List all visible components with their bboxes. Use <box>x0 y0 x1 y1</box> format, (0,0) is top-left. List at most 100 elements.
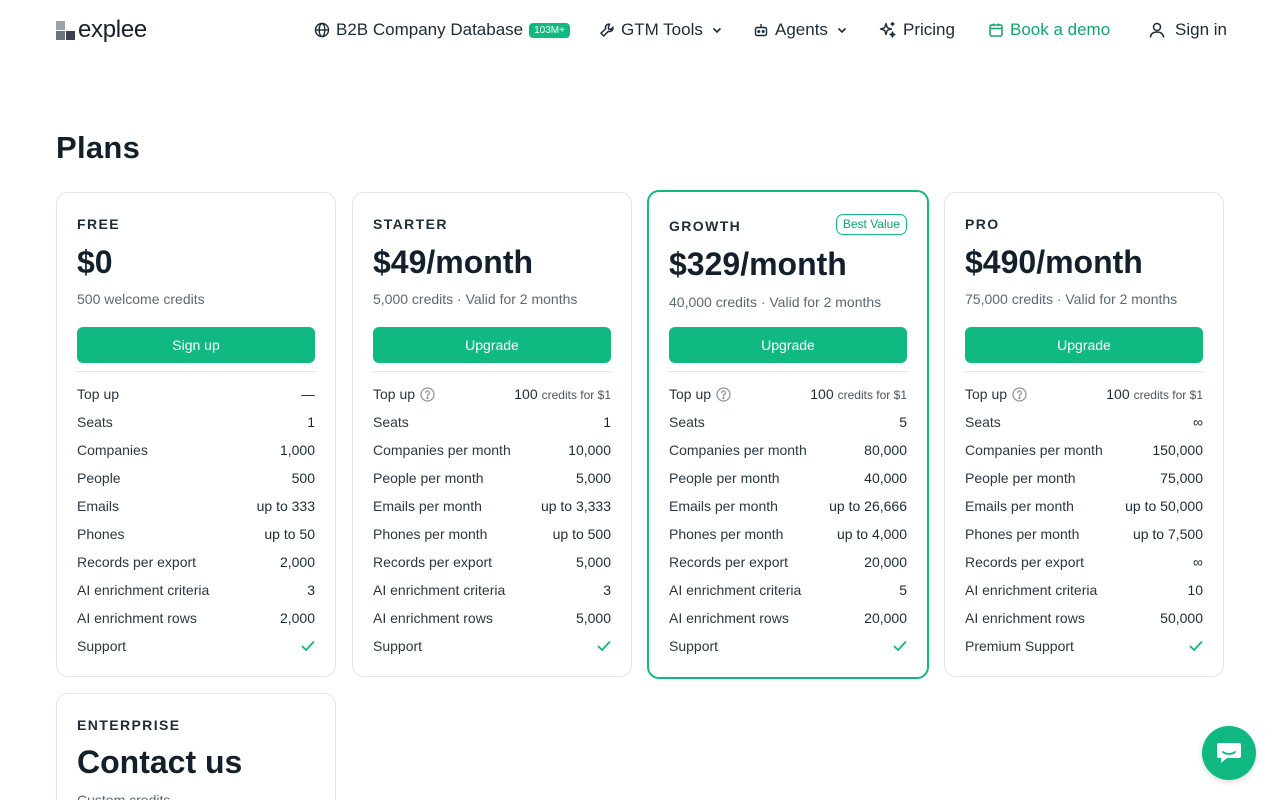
help-icon[interactable] <box>716 386 731 402</box>
chat-launcher-button[interactable] <box>1202 726 1256 780</box>
feature-row: People per month 5,000 <box>373 468 611 488</box>
plan-subtitle: 75,000 credits · Valid for 2 months <box>965 291 1178 307</box>
feature-row: AI enrichment criteria 5 <box>669 580 907 600</box>
upgrade-button[interactable]: Upgrade <box>965 327 1203 363</box>
feature-label: Records per export <box>669 554 789 570</box>
feature-value: up to 50,000 <box>1125 498 1203 514</box>
feature-label: AI enrichment rows <box>77 610 197 626</box>
feature-value: up to 7,500 <box>1132 526 1203 542</box>
help-icon[interactable] <box>420 386 435 402</box>
plan-card-pro: PRO $490/month 75,000 credits · Valid for … <box>944 192 1224 677</box>
feature-value: 1 <box>307 414 315 430</box>
feature-row: AI enrichment rows 20,000 <box>669 608 907 628</box>
plan-price: $490/month <box>965 244 1143 280</box>
feature-row: Records per export ∞ <box>965 552 1203 572</box>
feature-label: AI enrichment criteria <box>77 582 210 598</box>
feature-value: 500 <box>291 470 315 486</box>
feature-label: Top up <box>373 386 435 402</box>
feature-value: 75,000 <box>1160 470 1203 486</box>
feature-label: Emails per month <box>965 498 1074 514</box>
feature-row: Top up 100 credits for $1 <box>373 384 611 404</box>
feature-row: Companies 1,000 <box>77 440 315 460</box>
plan-subtitle: 500 welcome credits <box>77 291 205 307</box>
help-icon[interactable] <box>1012 386 1027 402</box>
checkmark-icon <box>893 640 907 652</box>
feature-row: Emails per month up to 3,333 <box>373 496 611 516</box>
feature-row: Phones up to 50 <box>77 524 315 544</box>
nav-book-demo[interactable]: Book a demo <box>988 18 1110 42</box>
feature-value: ∞ <box>1193 554 1203 570</box>
nav-agents[interactable]: Agents <box>753 18 848 42</box>
feature-row: Seats 5 <box>669 412 907 432</box>
feature-row: Seats 1 <box>77 412 315 432</box>
feature-row: Premium Support <box>965 636 1203 656</box>
feature-value: 100 credits for $1 <box>810 386 907 402</box>
feature-row: Records per export 2,000 <box>77 552 315 572</box>
nav-b2b-database[interactable]: B2B Company Database 103M+ <box>314 18 570 42</box>
feature-row: Top up 100 credits for $1 <box>965 384 1203 404</box>
feature-value: 5,000 <box>575 470 611 486</box>
nav-sign-in[interactable]: Sign in <box>1148 18 1227 42</box>
feature-label: Records per export <box>373 554 493 570</box>
feature-row: Support <box>373 636 611 656</box>
plan-subtitle: 5,000 credits · Valid for 2 months <box>373 291 578 307</box>
feature-value: up to 50 <box>264 526 315 542</box>
plan-divider <box>669 371 907 372</box>
feature-row: Companies per month 10,000 <box>373 440 611 460</box>
feature-row: AI enrichment rows 5,000 <box>373 608 611 628</box>
feature-row: Support <box>669 636 907 656</box>
best-value-badge: Best Value <box>835 214 907 235</box>
feature-value: up to 500 <box>552 526 611 542</box>
plan-tier: FREE <box>77 216 120 232</box>
feature-label: Phones <box>77 526 125 542</box>
feature-label: Emails per month <box>669 498 778 514</box>
checkmark-icon <box>301 640 315 652</box>
feature-label: People per month <box>373 470 484 486</box>
feature-label: Top up <box>965 386 1027 402</box>
feature-value <box>1189 640 1203 652</box>
feature-value: 80,000 <box>864 442 907 458</box>
plan-card-enterprise: ENTERPRISE Contact us Custom credits <box>56 693 336 800</box>
feature-label: People <box>77 470 121 486</box>
calendar-icon <box>988 22 1004 38</box>
feature-value: 20,000 <box>864 554 907 570</box>
feature-label: Companies <box>77 442 148 458</box>
sign-up-button[interactable]: Sign up <box>77 327 315 363</box>
feature-label: Top up <box>77 386 120 402</box>
plan-card-growth: GROWTH Best Value $329/month 40,000 credits… <box>647 190 929 679</box>
feature-value: 10 <box>1187 582 1203 598</box>
plan-subtitle: 40,000 credits · Valid for 2 months <box>669 294 882 310</box>
feature-value: 100 credits for $1 <box>514 386 611 402</box>
feature-row: AI enrichment rows 2,000 <box>77 608 315 628</box>
feature-row: Records per export 5,000 <box>373 552 611 572</box>
explee-logo[interactable]: explee <box>56 17 147 43</box>
nav-book-demo-label: Book a demo <box>1010 20 1111 39</box>
nav-gtm-tools-label: GTM Tools <box>621 20 703 39</box>
feature-label: Companies per month <box>373 442 511 458</box>
feature-label: Seats <box>77 414 113 430</box>
nav-sign-in-label: Sign in <box>1175 20 1227 39</box>
checkmark-icon <box>1189 640 1203 652</box>
plan-divider <box>373 371 611 372</box>
plan-divider <box>77 371 315 372</box>
upgrade-button[interactable]: Upgrade <box>373 327 611 363</box>
feature-row: Phones per month up to 4,000 <box>669 524 907 544</box>
feature-label: AI enrichment criteria <box>669 582 802 598</box>
feature-value: — <box>301 386 315 402</box>
logo-mark-icon <box>56 19 76 41</box>
plan-price: $0 <box>77 244 113 280</box>
feature-label: Seats <box>669 414 705 430</box>
feature-label: Records per export <box>77 554 197 570</box>
plan-price: $329/month <box>669 246 847 282</box>
feature-value: 3 <box>603 582 611 598</box>
chevron-down-icon <box>711 24 723 36</box>
feature-label: Support <box>373 638 423 654</box>
feature-label: Companies per month <box>965 442 1103 458</box>
upgrade-button[interactable]: Upgrade <box>669 327 907 363</box>
feature-value: up to 3,333 <box>540 498 611 514</box>
nav-pricing[interactable]: Pricing <box>879 18 955 42</box>
feature-row: Top up — <box>77 384 315 404</box>
nav-gtm-tools[interactable]: GTM Tools <box>599 18 723 42</box>
feature-row: Phones per month up to 500 <box>373 524 611 544</box>
feature-label: AI enrichment criteria <box>965 582 1098 598</box>
